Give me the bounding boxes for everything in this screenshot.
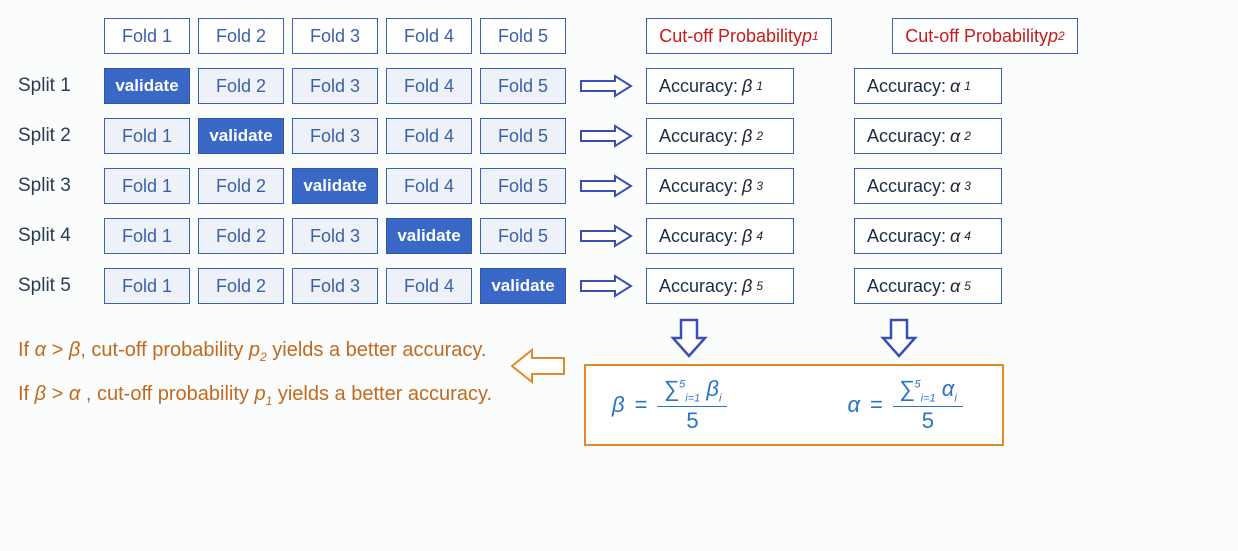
cutoff-symbol: p	[802, 26, 812, 47]
split-label: Split 1	[18, 75, 94, 97]
left-arrow	[510, 318, 566, 388]
accuracy-alpha-box: Accuracy: α3	[854, 168, 1002, 204]
accuracy-beta-box: Accuracy: β1	[646, 68, 794, 104]
fold-cell: Fold 1	[104, 218, 190, 254]
split-row: Split 3 Fold 1Fold 2validateFold 4Fold 5 A…	[18, 168, 1220, 204]
fold-strip: Fold 1Fold 2Fold 3validateFold 5	[104, 218, 566, 254]
fold-cell: Fold 1	[104, 168, 190, 204]
fold-cell: Fold 2	[198, 168, 284, 204]
fold-strip: Fold 1Fold 2validateFold 4Fold 5	[104, 168, 566, 204]
fold-cell: Fold 5	[480, 218, 566, 254]
fold-header: Fold 2	[198, 18, 284, 54]
header-folds: Fold 1 Fold 2 Fold 3 Fold 4 Fold 5	[104, 18, 566, 54]
cutoff-symbol: p	[1048, 26, 1058, 47]
header-row: Fold 1 Fold 2 Fold 3 Fold 4 Fold 5 Cut-o…	[18, 18, 1220, 54]
fold-validate: validate	[104, 68, 190, 104]
arrow-right-icon	[576, 174, 636, 198]
split-label: Split 2	[18, 125, 94, 147]
accuracy-beta-box: Accuracy: β5	[646, 268, 794, 304]
cutoff-p2-box: Cut-off Probability p2	[892, 18, 1078, 54]
fold-header: Fold 5	[480, 18, 566, 54]
fold-strip: Fold 1validateFold 3Fold 4Fold 5	[104, 118, 566, 154]
fold-cell: Fold 4	[386, 268, 472, 304]
fold-validate: validate	[292, 168, 378, 204]
arrow-down-icon	[879, 318, 919, 358]
fold-cell: Fold 4	[386, 68, 472, 104]
accuracy-alpha-box: Accuracy: α5	[854, 268, 1002, 304]
fold-cell: Fold 2	[198, 268, 284, 304]
cutoff-p1-box: Cut-off Probability p1	[646, 18, 832, 54]
fold-strip: Fold 1Fold 2Fold 3Fold 4validate	[104, 268, 566, 304]
accuracy-beta-box: Accuracy: β4	[646, 218, 794, 254]
split-label: Split 4	[18, 225, 94, 247]
fold-header: Fold 3	[292, 18, 378, 54]
fold-validate: validate	[198, 118, 284, 154]
fold-cell: Fold 3	[292, 218, 378, 254]
formula-beta: β = ∑5i=1 βi 5	[612, 376, 727, 434]
fold-validate: validate	[386, 218, 472, 254]
conclusion-line-2: If β > α , cut-off probability p1 yields…	[18, 372, 492, 416]
fold-cell: Fold 2	[198, 68, 284, 104]
fold-cell: Fold 1	[104, 118, 190, 154]
accuracy-alpha-box: Accuracy: α4	[854, 218, 1002, 254]
split-row: Split 1 validateFold 2Fold 3Fold 4Fold 5 A…	[18, 68, 1220, 104]
arrow-right-icon	[576, 124, 636, 148]
bottom-region: If α > β, cut-off probability p2 yields …	[18, 318, 1220, 446]
split-row: Split 4 Fold 1Fold 2Fold 3validateFold 5 A…	[18, 218, 1220, 254]
cutoff-subscript: 2	[1058, 29, 1065, 43]
formula-box: β = ∑5i=1 βi 5 α = ∑5i=1 αi	[584, 364, 1004, 446]
cutoff-subscript: 1	[812, 29, 819, 43]
fold-header: Fold 4	[386, 18, 472, 54]
split-row: Split 2 Fold 1validateFold 3Fold 4Fold 5 A…	[18, 118, 1220, 154]
split-label: Split 5	[18, 275, 94, 297]
arrow-down-icon	[669, 318, 709, 358]
fold-strip: validateFold 2Fold 3Fold 4Fold 5	[104, 68, 566, 104]
split-row: Split 5 Fold 1Fold 2Fold 3Fold 4validate A…	[18, 268, 1220, 304]
arrow-right-icon	[576, 274, 636, 298]
fold-cell: Fold 3	[292, 268, 378, 304]
accuracy-beta-box: Accuracy: β3	[646, 168, 794, 204]
accuracy-beta-box: Accuracy: β2	[646, 118, 794, 154]
fold-cell: Fold 1	[104, 268, 190, 304]
formula-region: β = ∑5i=1 βi 5 α = ∑5i=1 αi	[584, 318, 1004, 446]
arrow-right-icon	[576, 74, 636, 98]
arrow-left-icon	[510, 344, 566, 388]
fold-cell: Fold 5	[480, 68, 566, 104]
formula-alpha: α = ∑5i=1 αi 5	[847, 376, 962, 434]
fold-cell: Fold 5	[480, 118, 566, 154]
fold-cell: Fold 4	[386, 118, 472, 154]
conclusion-line-1: If α > β, cut-off probability p2 yields …	[18, 328, 492, 372]
accuracy-alpha-box: Accuracy: α2	[854, 118, 1002, 154]
fold-cell: Fold 4	[386, 168, 472, 204]
cutoff-prefix: Cut-off Probability	[659, 26, 802, 47]
accuracy-alpha-box: Accuracy: α1	[854, 68, 1002, 104]
fold-cell: Fold 3	[292, 118, 378, 154]
fold-header: Fold 1	[104, 18, 190, 54]
fold-validate: validate	[480, 268, 566, 304]
fold-cell: Fold 5	[480, 168, 566, 204]
cutoff-prefix: Cut-off Probability	[905, 26, 1048, 47]
split-label: Split 3	[18, 175, 94, 197]
conclusions: If α > β, cut-off probability p2 yields …	[18, 318, 492, 416]
fold-cell: Fold 3	[292, 68, 378, 104]
arrow-right-icon	[576, 224, 636, 248]
fold-cell: Fold 2	[198, 218, 284, 254]
